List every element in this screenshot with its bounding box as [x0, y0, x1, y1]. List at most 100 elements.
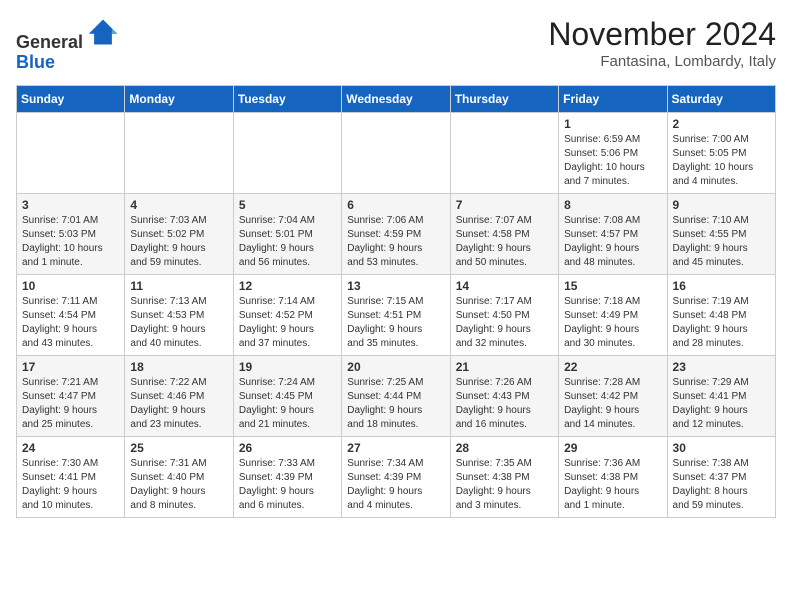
- day-info: Sunrise: 7:14 AM Sunset: 4:52 PM Dayligh…: [239, 295, 336, 351]
- day-number: 7: [456, 198, 553, 212]
- weekday-header-saturday: Saturday: [667, 85, 775, 112]
- weekday-header-thursday: Thursday: [450, 85, 558, 112]
- day-number: 13: [347, 279, 444, 293]
- weekday-header-monday: Monday: [125, 85, 233, 112]
- day-number: 9: [673, 198, 770, 212]
- calendar-cell: 21 Sunrise: 7:26 AM Sunset: 4:43 PM Dayli…: [450, 355, 558, 436]
- logo-general: General: [16, 32, 83, 52]
- day-info: Sunrise: 7:11 AM Sunset: 4:54 PM Dayligh…: [22, 295, 119, 351]
- day-info: Sunrise: 7:01 AM Sunset: 5:03 PM Dayligh…: [22, 214, 119, 270]
- day-number: 25: [130, 441, 227, 455]
- day-number: 19: [239, 360, 336, 374]
- calendar-cell: 2Sunrise: 7:00 AM Sunset: 5:05 PM Daylig…: [667, 112, 775, 193]
- weekday-header-sunday: Sunday: [17, 85, 125, 112]
- day-info: Sunrise: 7:28 AM Sunset: 4:42 PM Dayligh…: [564, 376, 661, 432]
- day-number: 5: [239, 198, 336, 212]
- day-number: 3: [22, 198, 119, 212]
- day-info: Sunrise: 7:21 AM Sunset: 4:47 PM Dayligh…: [22, 376, 119, 432]
- calendar-cell: 13Sunrise: 7:15 AM Sunset: 4:51 PM Dayli…: [342, 274, 450, 355]
- calendar-cell: 23Sunrise: 7:29 AM Sunset: 4:41 PM Dayli…: [667, 355, 775, 436]
- day-info: Sunrise: 7:22 AM Sunset: 4:46 PM Dayligh…: [130, 376, 227, 432]
- day-number: 8: [564, 198, 661, 212]
- month-title: November 2024: [548, 16, 776, 53]
- calendar-cell: [233, 112, 341, 193]
- day-info: Sunrise: 7:36 AM Sunset: 4:38 PM Dayligh…: [564, 457, 661, 513]
- calendar-cell: 24 Sunrise: 7:30 AM Sunset: 4:41 PM Dayli…: [17, 436, 125, 517]
- day-number: 14: [456, 279, 553, 293]
- day-number: 6: [347, 198, 444, 212]
- day-info: Sunrise: 7:26 AM Sunset: 4:43 PM Dayligh…: [456, 376, 553, 432]
- day-info: Sunrise: 7:38 AM Sunset: 4:37 PM Dayligh…: [673, 457, 770, 513]
- day-number: 11: [130, 279, 227, 293]
- weekday-header-friday: Friday: [559, 85, 667, 112]
- calendar-cell: 28 Sunrise: 7:35 AM Sunset: 4:38 PM Dayli…: [450, 436, 558, 517]
- calendar-cell: 20 Sunrise: 7:25 AM Sunset: 4:44 PM Dayli…: [342, 355, 450, 436]
- calendar-cell: 22 Sunrise: 7:28 AM Sunset: 4:42 PM Dayli…: [559, 355, 667, 436]
- day-info: Sunrise: 7:07 AM Sunset: 4:58 PM Dayligh…: [456, 214, 553, 270]
- day-number: 4: [130, 198, 227, 212]
- day-info: Sunrise: 7:10 AM Sunset: 4:55 PM Dayligh…: [673, 214, 770, 270]
- logo-blue: Blue: [16, 52, 55, 72]
- day-number: 10: [22, 279, 119, 293]
- day-number: 24: [22, 441, 119, 455]
- day-number: 1: [564, 117, 661, 131]
- day-number: 27: [347, 441, 444, 455]
- weekday-header-wednesday: Wednesday: [342, 85, 450, 112]
- calendar-cell: 26 Sunrise: 7:33 AM Sunset: 4:39 PM Dayli…: [233, 436, 341, 517]
- calendar-cell: 6 Sunrise: 7:06 AM Sunset: 4:59 PM Daylig…: [342, 193, 450, 274]
- calendar-cell: [17, 112, 125, 193]
- calendar-cell: 9 Sunrise: 7:10 AM Sunset: 4:55 PM Daylig…: [667, 193, 775, 274]
- day-number: 21: [456, 360, 553, 374]
- calendar-cell: [342, 112, 450, 193]
- calendar-cell: 3 Sunrise: 7:01 AM Sunset: 5:03 PM Daylig…: [17, 193, 125, 274]
- day-info: Sunrise: 7:19 AM Sunset: 4:48 PM Dayligh…: [673, 295, 770, 351]
- location-subtitle: Fantasina, Lombardy, Italy: [548, 53, 776, 70]
- day-info: Sunrise: 7:08 AM Sunset: 4:57 PM Dayligh…: [564, 214, 661, 270]
- day-info: Sunrise: 7:24 AM Sunset: 4:45 PM Dayligh…: [239, 376, 336, 432]
- calendar-cell: 30 Sunrise: 7:38 AM Sunset: 4:37 PM Dayli…: [667, 436, 775, 517]
- day-info: Sunrise: 7:30 AM Sunset: 4:41 PM Dayligh…: [22, 457, 119, 513]
- logo: General Blue: [16, 16, 119, 73]
- day-number: 28: [456, 441, 553, 455]
- day-info: Sunrise: 7:03 AM Sunset: 5:02 PM Dayligh…: [130, 214, 227, 270]
- calendar-cell: 14Sunrise: 7:17 AM Sunset: 4:50 PM Dayli…: [450, 274, 558, 355]
- day-number: 29: [564, 441, 661, 455]
- day-number: 15: [564, 279, 661, 293]
- calendar-cell: 27Sunrise: 7:34 AM Sunset: 4:39 PM Dayli…: [342, 436, 450, 517]
- day-info: Sunrise: 7:33 AM Sunset: 4:39 PM Dayligh…: [239, 457, 336, 513]
- calendar-cell: 8 Sunrise: 7:08 AM Sunset: 4:57 PM Daylig…: [559, 193, 667, 274]
- calendar-cell: 18 Sunrise: 7:22 AM Sunset: 4:46 PM Dayli…: [125, 355, 233, 436]
- day-info: Sunrise: 7:00 AM Sunset: 5:05 PM Dayligh…: [673, 133, 770, 189]
- day-number: 30: [673, 441, 770, 455]
- day-number: 22: [564, 360, 661, 374]
- calendar-cell: 4 Sunrise: 7:03 AM Sunset: 5:02 PM Daylig…: [125, 193, 233, 274]
- calendar-cell: 5 Sunrise: 7:04 AM Sunset: 5:01 PM Daylig…: [233, 193, 341, 274]
- day-info: Sunrise: 7:29 AM Sunset: 4:41 PM Dayligh…: [673, 376, 770, 432]
- calendar-cell: 11 Sunrise: 7:13 AM Sunset: 4:53 PM Dayli…: [125, 274, 233, 355]
- calendar-cell: 15 Sunrise: 7:18 AM Sunset: 4:49 PM Dayli…: [559, 274, 667, 355]
- calendar-cell: 1Sunrise: 6:59 AM Sunset: 5:06 PM Daylig…: [559, 112, 667, 193]
- calendar-cell: 19 Sunrise: 7:24 AM Sunset: 4:45 PM Dayli…: [233, 355, 341, 436]
- day-info: Sunrise: 7:04 AM Sunset: 5:01 PM Dayligh…: [239, 214, 336, 270]
- day-number: 16: [673, 279, 770, 293]
- day-number: 26: [239, 441, 336, 455]
- calendar-cell: [125, 112, 233, 193]
- calendar-cell: 7 Sunrise: 7:07 AM Sunset: 4:58 PM Daylig…: [450, 193, 558, 274]
- weekday-header-tuesday: Tuesday: [233, 85, 341, 112]
- day-info: Sunrise: 7:31 AM Sunset: 4:40 PM Dayligh…: [130, 457, 227, 513]
- day-info: Sunrise: 7:06 AM Sunset: 4:59 PM Dayligh…: [347, 214, 444, 270]
- calendar-table: SundayMondayTuesdayWednesdayThursdayFrid…: [16, 85, 776, 518]
- calendar-cell: 12Sunrise: 7:14 AM Sunset: 4:52 PM Dayli…: [233, 274, 341, 355]
- day-info: Sunrise: 7:13 AM Sunset: 4:53 PM Dayligh…: [130, 295, 227, 351]
- day-info: Sunrise: 7:35 AM Sunset: 4:38 PM Dayligh…: [456, 457, 553, 513]
- calendar-cell: 29 Sunrise: 7:36 AM Sunset: 4:38 PM Dayli…: [559, 436, 667, 517]
- calendar-cell: 10 Sunrise: 7:11 AM Sunset: 4:54 PM Dayli…: [17, 274, 125, 355]
- day-number: 18: [130, 360, 227, 374]
- day-number: 20: [347, 360, 444, 374]
- day-info: Sunrise: 7:25 AM Sunset: 4:44 PM Dayligh…: [347, 376, 444, 432]
- day-info: Sunrise: 7:18 AM Sunset: 4:49 PM Dayligh…: [564, 295, 661, 351]
- title-block: November 2024 Fantasina, Lombardy, Italy: [548, 16, 776, 70]
- calendar-cell: 17 Sunrise: 7:21 AM Sunset: 4:47 PM Dayli…: [17, 355, 125, 436]
- page-header: General Blue November 2024 Fantasina, Lo…: [16, 16, 776, 73]
- day-number: 17: [22, 360, 119, 374]
